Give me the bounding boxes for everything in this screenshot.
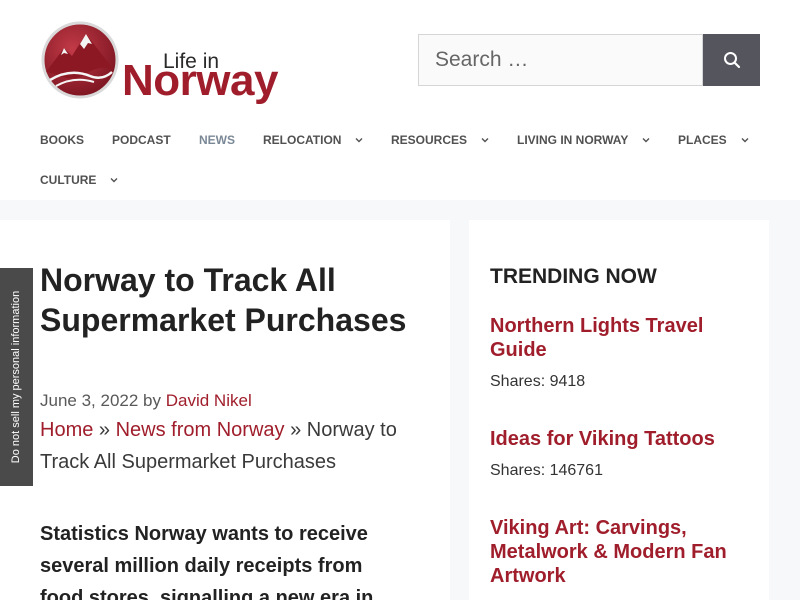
trending-link[interactable]: Northern Lights Travel Guide: [490, 314, 752, 362]
nav-item-label: Podcast: [112, 133, 171, 147]
author-link[interactable]: David Nikel: [166, 391, 252, 410]
article-title: Norway to Track All Supermarket Purchase…: [40, 262, 407, 338]
chevron-down-icon: [741, 138, 749, 143]
site-header: Life in Norway Books Podcast News Reloca…: [0, 0, 800, 200]
search-button[interactable]: [703, 34, 760, 86]
chevron-down-icon: [481, 138, 489, 143]
search-icon: [723, 52, 740, 69]
nav-item-label: Books: [40, 133, 85, 147]
article-container: Norway to Track All Supermarket Purchase…: [0, 220, 450, 600]
search-input[interactable]: [418, 34, 703, 86]
article-meta: June 3, 2022 by David Nikel: [40, 392, 252, 410]
nav-item-label: Relocation: [263, 133, 342, 147]
nav-item-label: News: [199, 133, 235, 147]
mountain-logo-icon: [41, 21, 119, 99]
nav-item-label: Resources: [391, 133, 468, 147]
nav-item-books[interactable]: Books: [40, 133, 84, 147]
nav-item-resources[interactable]: Resources: [391, 133, 489, 147]
share-count: Shares: 146761: [490, 462, 603, 479]
search-form: [418, 34, 760, 86]
chevron-down-icon: [110, 178, 118, 183]
privacy-opt-out-label: Do not sell my personal information: [10, 290, 23, 464]
nav-item-label: Living in Norway: [517, 133, 629, 147]
nav-item-label: Culture: [40, 173, 97, 187]
article-date: June 3, 2022: [40, 391, 139, 410]
breadcrumb: Home » News from Norway » Norway to Trac…: [40, 414, 420, 478]
logo-wordmark: Norway: [122, 56, 278, 105]
article-lead: Statistics Norway wants to receive sever…: [40, 523, 374, 600]
nav-item-label: Places: [678, 133, 727, 147]
trending-link[interactable]: Ideas for Viking Tattoos: [490, 427, 752, 451]
breadcrumb-separator: »: [290, 419, 302, 441]
breadcrumb-home-link[interactable]: Home: [40, 419, 93, 441]
site-logo[interactable]: Life in Norway: [40, 20, 300, 105]
trending-heading: TRENDING NOW: [490, 265, 657, 288]
privacy-opt-out-tab[interactable]: Do not sell my personal information: [0, 268, 33, 486]
chevron-down-icon: [355, 138, 363, 143]
nav-item-places[interactable]: Places: [678, 133, 749, 147]
chevron-down-icon: [642, 138, 650, 143]
breadcrumb-section-link[interactable]: News from Norway: [116, 419, 285, 441]
byline-prefix: by: [143, 391, 162, 410]
share-count: Shares: 9418: [490, 373, 586, 390]
trending-link[interactable]: Viking Art: Carvings, Metalwork & Modern…: [490, 516, 752, 588]
breadcrumb-separator: »: [98, 419, 111, 441]
nav-item-culture[interactable]: Culture: [40, 173, 118, 187]
sidebar: TRENDING NOW Northern Lights Travel Guid…: [469, 220, 769, 600]
nav-item-living-in-norway[interactable]: Living in Norway: [517, 133, 650, 147]
nav-item-relocation[interactable]: Relocation: [263, 133, 363, 147]
nav-item-news[interactable]: News: [199, 133, 235, 147]
nav-item-podcast[interactable]: Podcast: [112, 133, 171, 147]
